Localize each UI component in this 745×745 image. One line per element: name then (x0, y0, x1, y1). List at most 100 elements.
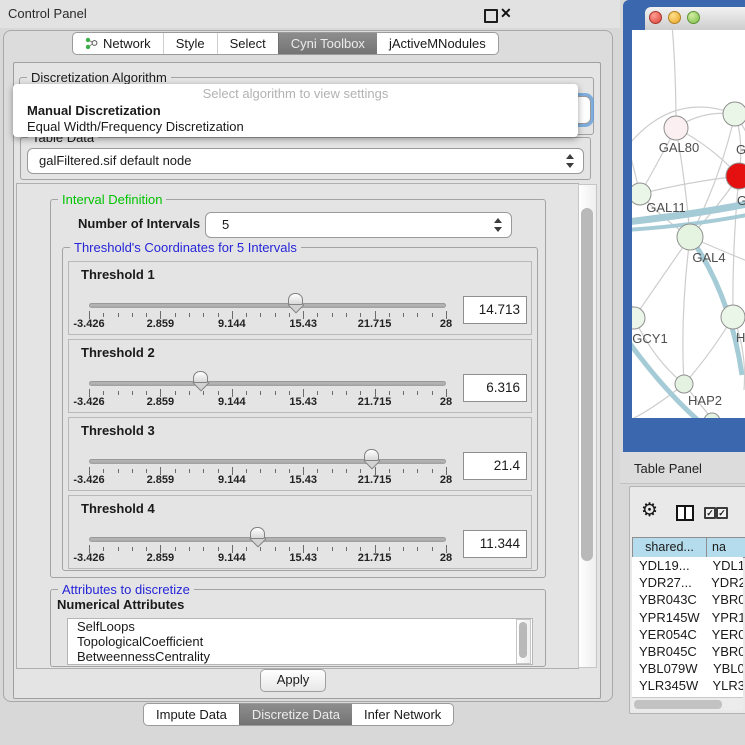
network-node-label: GAL11 (646, 200, 686, 215)
slider-tick (432, 547, 433, 551)
tab-label: Style (176, 33, 205, 54)
tab-label: Network (103, 33, 151, 54)
discretization-algorithm-group-title: Discretization Algorithm (27, 70, 171, 85)
table-horizontal-scrollbar-thumb[interactable] (634, 700, 722, 709)
slider-tick (432, 313, 433, 317)
attributes-list-scrollbar-thumb[interactable] (519, 622, 527, 658)
tab-impute-data[interactable]: Impute Data (144, 704, 239, 725)
tab-label: Discretize Data (252, 704, 340, 725)
slider-tick (203, 547, 204, 551)
settings-scrollbar-thumb[interactable] (581, 208, 593, 561)
checkbox-icon[interactable]: ✓ (716, 507, 728, 519)
slider-tick (332, 391, 333, 395)
network-view[interactable]: GAL80GAGGAL11GAL4GCY1HHAP2 (632, 30, 745, 418)
slider-tick (132, 469, 133, 473)
slider-track[interactable] (89, 381, 446, 386)
threshold-box-2: Threshold 2-3.4262.8599.14415.4321.71528… (68, 339, 532, 413)
column-header-shared-name[interactable]: shared... (632, 537, 707, 558)
attribute-list-item[interactable]: TopologicalCoefficient (68, 634, 532, 649)
network-window-titlebar[interactable] (645, 7, 745, 31)
tab-network[interactable]: Network (73, 33, 163, 54)
network-node-label: H (736, 330, 745, 345)
close-window-icon[interactable] (649, 11, 662, 24)
float-window-icon[interactable] (484, 9, 498, 23)
slider-tick (289, 547, 290, 551)
attributes-list-scrollbar[interactable] (516, 619, 531, 664)
number-of-intervals-spinner[interactable]: 5 (205, 212, 512, 238)
network-node-label: GA (736, 142, 745, 157)
numerical-attributes-list[interactable]: SelfLoopsTopologicalCoefficientBetweenne… (67, 618, 533, 665)
table-data-combobox[interactable]: galFiltered.sif default node (27, 148, 584, 174)
table-row[interactable]: YDL19...YDL1 (632, 557, 743, 574)
slider-tick (175, 547, 176, 551)
column-layout-icon[interactable] (676, 505, 694, 521)
slider-track[interactable] (89, 303, 446, 308)
slider-thumb[interactable] (250, 527, 265, 547)
network-node[interactable] (677, 224, 703, 250)
network-edge[interactable] (672, 30, 676, 128)
threshold-value-input[interactable]: 14.713 (463, 296, 527, 324)
table-row[interactable]: YBR045CYBR0 (632, 643, 743, 660)
settings-scrollbar[interactable] (578, 184, 597, 668)
minimize-window-icon[interactable] (668, 11, 681, 24)
tab-select[interactable]: Select (217, 33, 278, 54)
network-node[interactable] (675, 375, 693, 393)
slider-tick (146, 313, 147, 317)
slider-tick (275, 547, 276, 551)
table-row[interactable]: YBL079WYBL0 (632, 660, 743, 677)
network-edge[interactable] (634, 318, 684, 384)
slider-track[interactable] (89, 459, 446, 464)
slider-tick (360, 313, 361, 317)
apply-button[interactable]: Apply (260, 669, 326, 692)
tab-cyni-toolbox[interactable]: Cyni Toolbox (278, 33, 377, 54)
threshold-label: Threshold 4 (81, 501, 155, 516)
network-node[interactable] (721, 305, 745, 329)
attribute-list-item[interactable]: SelfLoops (68, 619, 532, 634)
slider-tick-label: 15.43 (275, 396, 331, 408)
tab-infer-network[interactable]: Infer Network (352, 704, 453, 725)
tab-discretize-data[interactable]: Discretize Data (239, 704, 352, 725)
checkbox-icon[interactable]: ✓ (704, 507, 716, 519)
network-node[interactable] (726, 163, 745, 189)
algorithm-popup-item-manual[interactable]: Manual Discretization (27, 103, 161, 118)
slider-tick (389, 391, 390, 395)
network-edge[interactable] (683, 237, 690, 384)
bottom-tab-bar: Impute Data Discretize Data Infer Network (143, 703, 454, 726)
network-edge[interactable] (634, 237, 690, 318)
threshold-value-input[interactable]: 21.4 (463, 452, 527, 480)
slider-tick (189, 313, 190, 317)
network-node[interactable] (704, 413, 720, 418)
tab-jactivemnodules[interactable]: jActiveMNodules (377, 33, 498, 54)
gear-icon[interactable]: ⚙ (641, 499, 658, 522)
slider-tick (132, 547, 133, 551)
table-cell: YDL19... (632, 557, 707, 574)
threshold-value-input[interactable]: 6.316 (463, 374, 527, 402)
attribute-list-item[interactable]: BetweennessCentrality (68, 649, 532, 664)
table-horizontal-scrollbar[interactable] (632, 697, 743, 710)
network-edge[interactable] (640, 176, 739, 194)
zoom-window-icon[interactable] (687, 11, 700, 24)
network-node[interactable] (664, 116, 688, 140)
table-row[interactable]: YBR043CYBR0 (632, 591, 743, 608)
threshold-value-input[interactable]: 11.344 (463, 530, 527, 558)
table-row[interactable]: YER054CYER0 (632, 626, 743, 643)
number-of-intervals-label: Number of Intervals (78, 216, 200, 231)
slider-tick (218, 391, 219, 395)
network-node[interactable] (723, 102, 745, 126)
table-row[interactable]: YDR27...YDR2 (632, 574, 743, 591)
slider-thumb[interactable] (193, 371, 208, 391)
table-cell: YER0 (706, 626, 743, 643)
algorithm-popup-item-equal-width[interactable]: Equal Width/Frequency Discretization (27, 119, 244, 134)
network-icon (85, 37, 98, 50)
column-header-name[interactable]: na (706, 537, 745, 558)
slider-thumb[interactable] (364, 449, 379, 469)
slider-track[interactable] (89, 537, 446, 542)
number-of-intervals-value: 5 (206, 217, 229, 232)
table-row[interactable]: YLR345WYLR3 (632, 677, 743, 694)
slider-tick (103, 547, 104, 551)
slider-thumb[interactable] (288, 293, 303, 313)
tab-style[interactable]: Style (163, 33, 217, 54)
close-icon[interactable]: ✕ (500, 5, 512, 22)
network-node[interactable] (632, 307, 645, 329)
table-row[interactable]: YPR145WYPR1 (632, 609, 743, 626)
